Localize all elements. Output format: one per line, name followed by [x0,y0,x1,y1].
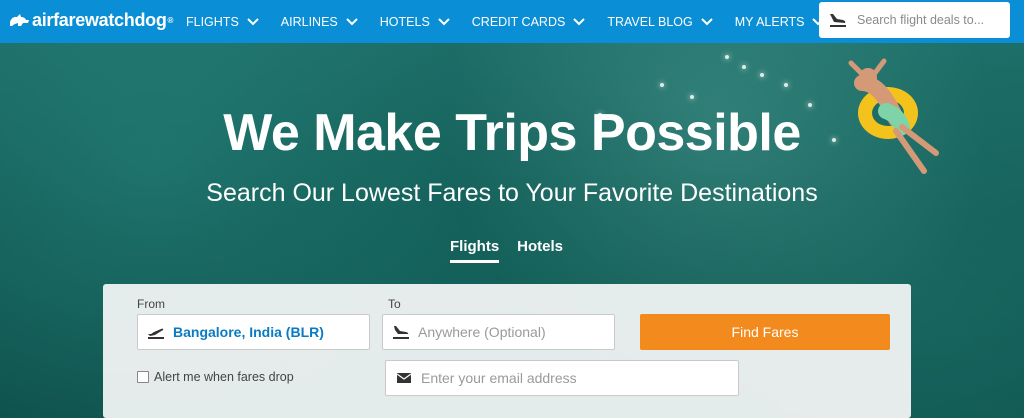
plane-landing-icon [830,14,846,27]
plane-landing-icon [393,326,409,339]
from-value: Bangalore, India (BLR) [173,324,324,340]
logo-text: airfarewatchdog [32,9,167,30]
fare-search-form [103,284,911,418]
top-navigation-bar: airfarewatchdog ® FLIGHTS AIRLINES HOTELS… [0,0,1024,43]
chevron-down-icon [346,17,358,25]
nav-item-credit-cards[interactable]: CREDIT CARDS [472,15,586,29]
water-sparkle [760,73,764,77]
chevron-down-icon [247,17,259,25]
nav-item-label: CREDIT CARDS [471,14,566,29]
nav-item-label: AIRLINES [280,14,338,29]
water-sparkle [742,65,746,69]
search-placeholder: Search flight deals to... [857,13,985,27]
find-fares-button[interactable]: Find Fares [640,314,890,350]
from-label: From [137,297,165,311]
nav-item-hotels[interactable]: HOTELS [380,15,450,29]
water-sparkle [660,83,664,87]
dog-logo-icon [10,14,29,26]
site-logo[interactable]: airfarewatchdog ® [8,8,173,32]
tab-flights[interactable]: Flights [450,238,500,263]
to-placeholder: Anywhere (Optional) [418,324,546,340]
plane-takeoff-icon [148,328,164,339]
nav-item-my-alerts[interactable]: MY ALERTS [735,15,825,29]
chevron-down-icon [573,17,586,25]
tab-hotels[interactable]: Hotels [517,238,563,263]
hero-headline: We Make Trips Possible [223,104,801,162]
envelope-icon [396,373,412,383]
email-field[interactable]: Enter your email address [385,360,739,396]
fare-alert-checkbox[interactable]: Alert me when fares drop [137,370,294,384]
nav-item-label: TRAVEL BLOG [607,14,693,29]
to-field[interactable]: Anywhere (Optional) [382,314,615,350]
flight-deal-search-input[interactable]: Search flight deals to... [819,2,1010,38]
nav-item-label: MY ALERTS [734,14,805,29]
email-placeholder: Enter your email address [421,370,577,386]
nav-item-label: FLIGHTS [186,14,239,29]
checkbox-icon[interactable] [137,371,149,383]
fare-alert-label: Alert me when fares drop [154,370,294,384]
chevron-down-icon [438,17,450,25]
from-field[interactable]: Bangalore, India (BLR) [137,314,370,350]
hero-subheadline: Search Our Lowest Fares to Your Favorite… [206,179,818,207]
nav-item-travel-blog[interactable]: TRAVEL BLOG [607,14,713,29]
search-type-tabs: Flights Hotels [450,238,581,263]
water-sparkle [725,55,729,59]
nav-item-flights[interactable]: FLIGHTS [186,15,259,29]
water-sparkle [690,95,694,99]
main-nav: FLIGHTS AIRLINES HOTELS CREDIT CARDS TRA… [186,0,846,43]
chevron-down-icon [701,17,713,25]
nav-item-airlines[interactable]: AIRLINES [281,15,358,29]
to-label: To [388,297,401,311]
nav-item-label: HOTELS [379,14,430,29]
water-sparkle [784,83,788,87]
trademark-mark: ® [167,15,174,25]
